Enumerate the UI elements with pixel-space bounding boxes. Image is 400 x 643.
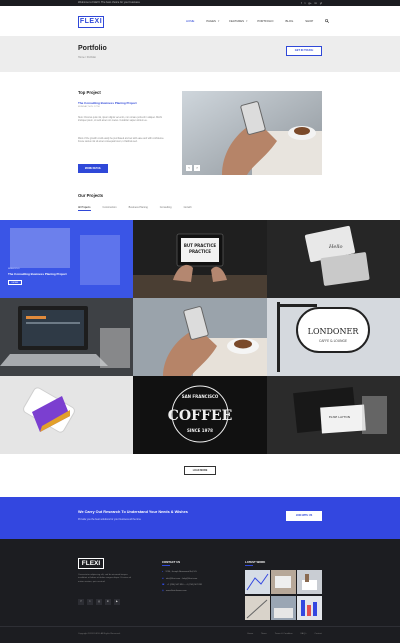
svg-text:BUT PRACTICE: BUT PRACTICE xyxy=(184,243,217,248)
main-nav: HOME PAGES ▾ FEATURES ▾ PORTFOLIO BLOG SHO… xyxy=(186,19,330,24)
nav-shop[interactable]: SHOP xyxy=(305,19,313,24)
chevron-down-icon: ▾ xyxy=(217,19,220,23)
project-card[interactable] xyxy=(0,376,134,454)
page-title: Portfolio xyxy=(78,45,107,52)
welcome-text: Welcome to FLEXI. The best choice for yo… xyxy=(78,1,140,4)
filter-growth[interactable]: Growth xyxy=(184,206,192,211)
footer-link-faqs[interactable]: FAQ's xyxy=(301,633,307,635)
youtube-icon[interactable]: ▶ xyxy=(114,599,120,605)
project-card[interactable]: Hello xyxy=(266,220,400,298)
latest-work-heading: LATEST WORK xyxy=(245,560,266,564)
chevron-down-icon: ▾ xyxy=(245,19,248,23)
footer-link-news[interactable]: News xyxy=(261,633,266,635)
latest-work-thumb[interactable] xyxy=(245,596,270,620)
site-header: FLEXI HOME PAGES ▾ FEATURES ▾ PORTFOLIO BL… xyxy=(0,6,400,36)
svg-text:PRACTICE: PRACTICE xyxy=(189,249,211,254)
nav-pages[interactable]: PAGES xyxy=(206,19,215,24)
footer-bottom-bar: Copyright 2019 FLEXI. All Rights Reserve… xyxy=(0,626,400,643)
project-detail-button[interactable]: DETAIL xyxy=(8,280,22,285)
project-card-featured[interactable]: BRANDING The Consulting Business Planing… xyxy=(0,220,134,298)
cta-banner: We Carry Out Research To Understand Your… xyxy=(0,497,400,539)
project-card[interactable] xyxy=(133,298,267,376)
join-with-us-button[interactable]: JOIN WITH US xyxy=(286,511,322,521)
latest-work-thumb[interactable] xyxy=(271,596,296,620)
get-in-touch-button[interactable]: GET IN TOUCH xyxy=(286,46,322,56)
cta-title: We Carry Out Research To Understand Your… xyxy=(78,510,188,514)
svg-text:LONDONER: LONDONER xyxy=(307,327,359,336)
latest-work-thumb[interactable] xyxy=(271,570,296,594)
filter-consulting[interactable]: Consulting xyxy=(160,206,172,211)
load-more-button[interactable]: LOAD MORE xyxy=(184,466,216,475)
footer-logo[interactable]: FLEXI xyxy=(78,558,104,569)
nav-portfolio[interactable]: PORTFOLIO xyxy=(257,19,273,24)
svg-text:CAFFE & LOUNGE: CAFFE & LOUNGE xyxy=(319,339,347,343)
chevron-right-icon[interactable]: › xyxy=(194,165,200,171)
top-project-title[interactable]: The Consulting Business Planing Project xyxy=(78,101,137,105)
svg-text:ELISE LAYTON: ELISE LAYTON xyxy=(329,415,350,419)
svg-text:COFFEE: COFFEE xyxy=(168,408,233,424)
filter-all-projects[interactable]: All Projects xyxy=(78,206,91,211)
heading-underline xyxy=(245,565,253,566)
contact-email[interactable]: info@flexi.com - help@flexi.com xyxy=(166,578,197,580)
svg-text:SINCE 1978: SINCE 1978 xyxy=(187,428,213,433)
top-project-paragraph: Nunc rhoncus quis nisi, ipsum dignis vel… xyxy=(78,117,162,123)
project-card[interactable]: ELISE LAYTON xyxy=(266,376,400,454)
cta-subtitle: Provide you the best solutions for your … xyxy=(78,518,141,521)
svg-text:SAN FRANCISCO: SAN FRANCISCO xyxy=(182,394,219,399)
top-project-paragraph: Most of the growth could easily be purch… xyxy=(78,138,165,144)
twitter-icon[interactable]: t xyxy=(87,599,93,605)
footer-link-contact[interactable]: Contact xyxy=(314,633,322,635)
site-logo[interactable]: FLEXI xyxy=(78,16,104,28)
project-title[interactable]: The Consulting Business Planing Project xyxy=(8,272,67,276)
search-icon[interactable] xyxy=(325,19,330,24)
footer-link-terms[interactable]: Terms & Condition xyxy=(275,633,293,635)
nav-blog[interactable]: BLOG xyxy=(286,19,294,24)
latest-work-thumb[interactable] xyxy=(297,596,322,620)
email-icon: ✉ xyxy=(162,578,164,580)
projects-heading: Our Projects xyxy=(78,193,104,198)
project-card[interactable]: LONDONER CAFFE & LOUNGE xyxy=(266,298,400,376)
latest-work-thumb[interactable] xyxy=(297,570,322,594)
nav-home[interactable]: HOME xyxy=(186,19,194,24)
footer-about: Consectetur adipiscing elit, sed do eius… xyxy=(78,574,132,583)
contact-address: 1234, Joseph Beaumont Rd, US xyxy=(165,571,197,573)
latest-work-thumb[interactable] xyxy=(245,570,270,594)
top-project-date: MONDAY, NOV. 12TH xyxy=(78,106,100,108)
site-footer: FLEXI Consectetur adipiscing elit, sed d… xyxy=(0,539,400,643)
more-detail-button[interactable]: MORE DETAIL xyxy=(78,164,108,173)
copyright-text: Copyright 2019 FLEXI. All Rights Reserve… xyxy=(78,633,121,635)
linkedin-icon[interactable]: in xyxy=(105,599,111,605)
project-filters: All Projects Construction Business Plani… xyxy=(78,206,192,211)
globe-icon: ◎ xyxy=(162,590,164,592)
footer-link-home[interactable]: Home xyxy=(247,633,253,635)
contact-phone: +1 (234) 567 890 - +1 (234) 567 891 xyxy=(166,584,203,586)
filter-business-planing[interactable]: Business Planing xyxy=(129,206,148,211)
page-title-bar: Portfolio Home / Portfolio GET IN TOUCH xyxy=(0,36,400,72)
chevron-left-icon[interactable]: ‹ xyxy=(186,165,192,171)
top-project-heading: Top Project xyxy=(78,90,101,95)
top-project-image: ‹ › xyxy=(182,91,322,175)
location-icon: ● xyxy=(162,571,164,573)
latest-work-gallery xyxy=(245,570,322,620)
nav-features[interactable]: FEATURES xyxy=(229,19,244,24)
phone-icon: ☎ xyxy=(162,584,165,586)
project-grid: BRANDING The Consulting Business Planing… xyxy=(0,220,400,454)
footer-social-links: f t g in ▶ xyxy=(78,599,120,605)
project-card[interactable]: BUT PRACTICE PRACTICE xyxy=(133,220,267,298)
facebook-icon[interactable]: f xyxy=(78,599,84,605)
project-card[interactable]: SAN FRANCISCO COFFEE SINCE 1978 xyxy=(133,376,267,454)
svg-text:Hello: Hello xyxy=(328,244,343,250)
project-card[interactable] xyxy=(0,298,134,376)
contact-website[interactable]: www.flexi-theme.com xyxy=(166,590,187,592)
filter-construction[interactable]: Construction xyxy=(103,206,117,211)
footer-links: Home News Terms & Condition FAQ's Contac… xyxy=(247,633,322,635)
contact-heading: CONTACT US xyxy=(162,560,181,564)
heading-underline xyxy=(162,565,170,566)
project-category: BRANDING xyxy=(8,268,20,270)
google-plus-icon[interactable]: g xyxy=(96,599,102,605)
breadcrumb[interactable]: Home / Portfolio xyxy=(78,56,96,59)
